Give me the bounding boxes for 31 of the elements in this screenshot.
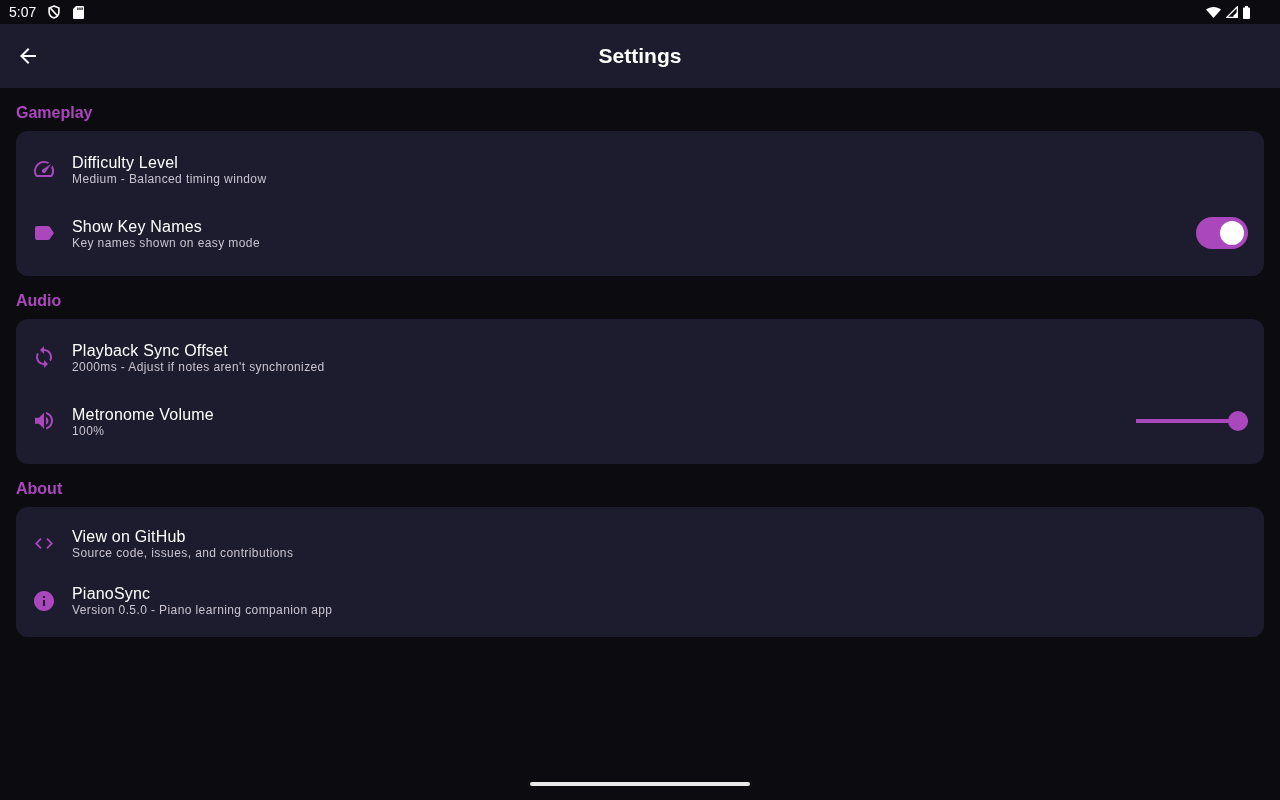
slider-thumb[interactable] [1228,411,1248,431]
item-title: Show Key Names [72,216,203,237]
item-title: Metronome Volume [72,404,215,425]
screen-title: Settings [597,43,683,69]
battery-icon [1243,5,1250,19]
item-subtitle: Version 0.5.0 - Piano learning companion app [72,603,334,617]
speedometer-icon [34,161,54,177]
item-subtitle: 2000ms - Adjust if notes aren't synchronized [72,359,326,374]
item-title: View on GitHub [72,527,187,547]
section-header: About [16,479,64,499]
section-header: Audio [16,291,63,311]
item-subtitle: Key names shown on easy mode [72,235,261,250]
item-subtitle: Source code, issues, and contributions [72,546,295,560]
sd-card-icon [73,5,85,19]
status-time: 5:07 [9,4,37,20]
toggle-switch[interactable] [1196,217,1248,249]
label-tag-icon [34,226,54,240]
item-title: Playback Sync Offset [72,340,229,361]
shield-icon [48,5,61,19]
item-subtitle: Medium - Balanced timing window [72,171,268,186]
item-title: PianoSync [72,584,152,604]
wifi-icon [1206,6,1221,18]
cell-signal-icon [1226,6,1238,18]
code-brackets-icon [35,538,53,549]
arrow-left-icon [20,48,36,64]
section-header: Gameplay [16,103,94,123]
info-icon [34,590,54,611]
item-subtitle: 100% [72,423,106,438]
sync-icon [36,346,52,368]
item-title: Difficulty Level [72,152,180,173]
speaker-volume-icon [35,412,53,430]
